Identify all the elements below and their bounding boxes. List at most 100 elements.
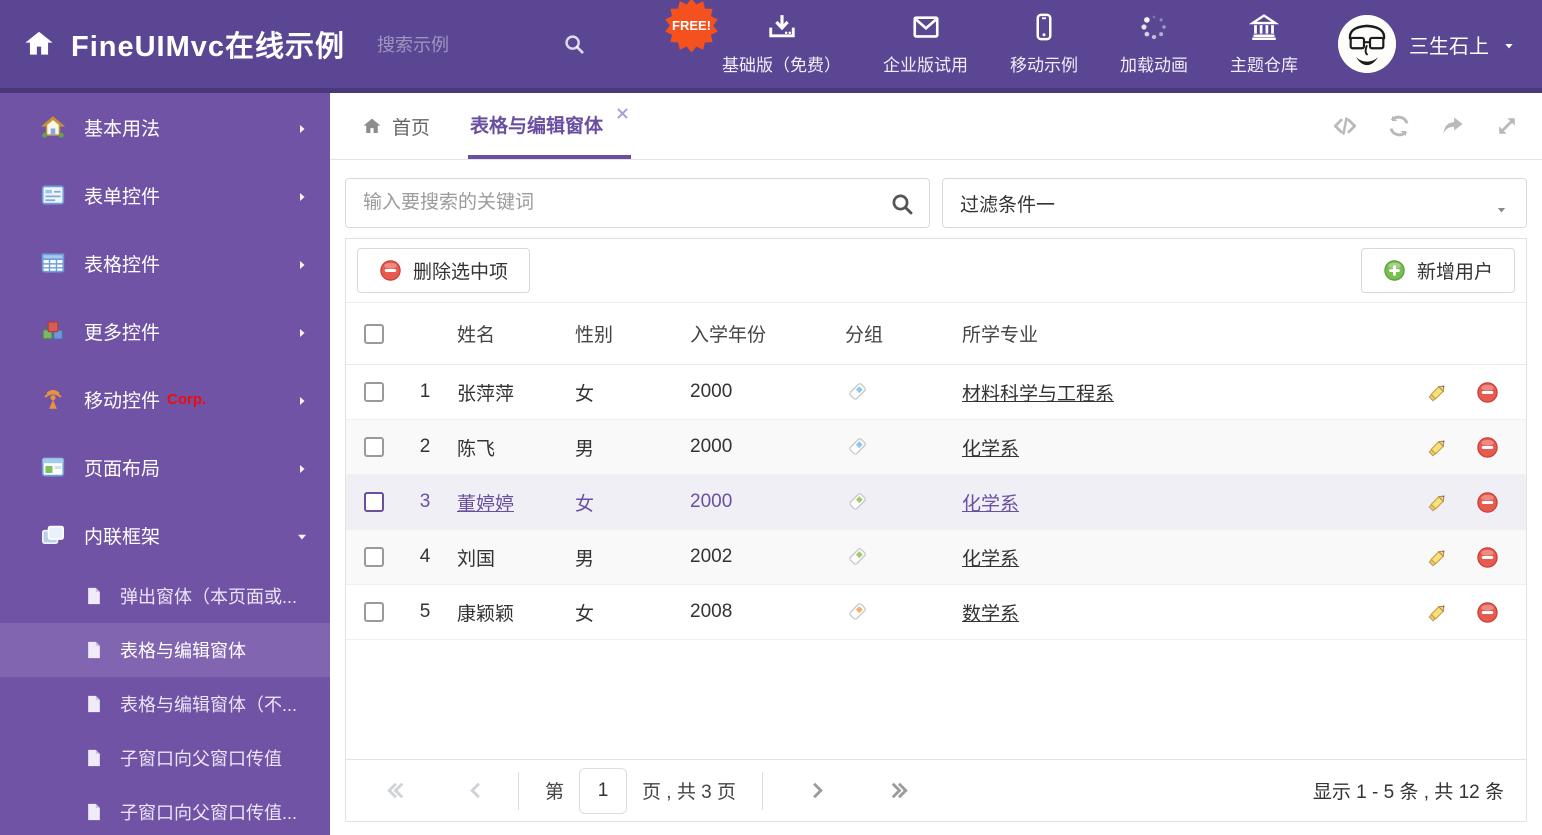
header-nav-item[interactable]: FREE! 基础版（免费）	[665, 0, 841, 76]
delete-icon[interactable]	[1476, 491, 1499, 514]
col-major: 所学专业	[962, 325, 1039, 346]
sidebar-subitem[interactable]: 子窗口向父窗口传值...	[0, 785, 330, 835]
free-badge-label: FREE!	[672, 18, 711, 33]
home-icon[interactable]	[22, 28, 56, 60]
cubes-icon	[40, 318, 66, 344]
header-nav-item[interactable]: 加载动画	[1120, 12, 1188, 76]
refresh-icon[interactable]	[1386, 113, 1412, 139]
sidebar-item[interactable]: 表单控件	[0, 161, 330, 229]
header-nav-item[interactable]: 企业版试用	[883, 12, 968, 76]
free-badge-icon: FREE!	[664, 0, 719, 53]
header-nav-label: 加载动画	[1120, 56, 1188, 75]
search-icon[interactable]	[563, 33, 585, 55]
user-menu[interactable]: 三生石上	[1338, 15, 1516, 73]
prev-page-button[interactable]	[465, 779, 488, 802]
search-icon[interactable]	[890, 192, 914, 216]
student-name: 董婷婷	[457, 493, 515, 515]
delete-icon[interactable]	[1476, 601, 1499, 624]
select-all-checkbox[interactable]	[363, 323, 384, 344]
row-index: 4	[419, 546, 431, 567]
tab-bar: 首页 表格与编辑窗体	[330, 93, 1542, 160]
header-nav-item[interactable]: 主题仓库	[1230, 12, 1298, 76]
sidebar-subitem[interactable]: 弹出窗体（本页面或...	[0, 569, 330, 623]
table-row: 4 刘国 男 2002 化学系	[346, 530, 1526, 585]
filter-dropdown-value: 过滤条件一	[960, 194, 1056, 216]
page-label-suffix: 页 , 共 3 页	[642, 782, 736, 803]
tab-home[interactable]: 首页	[361, 93, 430, 159]
col-name: 姓名	[457, 325, 496, 346]
cell-year: 2000	[690, 381, 733, 402]
header-search-input[interactable]: 搜索示例	[377, 31, 585, 57]
expand-icon[interactable]	[1494, 113, 1520, 139]
main-content: 首页 表格与编辑窗体 过滤条件一 删除选中项 新增用户	[330, 93, 1542, 835]
sidebar-subitem[interactable]: 表格与编辑窗体（不...	[0, 677, 330, 731]
filter-dropdown[interactable]: 过滤条件一	[942, 178, 1527, 228]
edit-icon[interactable]	[1426, 546, 1449, 569]
last-page-button[interactable]	[888, 779, 911, 802]
mobile-icon	[1029, 12, 1059, 42]
edit-icon[interactable]	[1426, 381, 1449, 404]
col-group: 分组	[845, 325, 884, 346]
keyword-input[interactable]	[363, 192, 877, 214]
cell-year: 2002	[690, 546, 733, 567]
sidebar-item-label: 表单控件	[84, 186, 161, 208]
avatar[interactable]	[1338, 15, 1396, 73]
file-icon	[84, 585, 104, 607]
sidebar-item[interactable]: 更多控件	[0, 297, 330, 365]
edit-icon[interactable]	[1426, 601, 1449, 624]
share-icon[interactable]	[1440, 113, 1466, 139]
sidebar-item[interactable]: 表格控件	[0, 229, 330, 297]
edit-icon[interactable]	[1426, 491, 1449, 514]
chevron-right-icon	[296, 460, 308, 474]
close-icon[interactable]	[616, 104, 629, 119]
delete-selected-button[interactable]: 删除选中项	[357, 248, 531, 293]
major-link[interactable]: 化学系	[962, 439, 1019, 460]
page-label-prefix: 第	[545, 782, 565, 803]
corp-badge: Corp.	[167, 390, 207, 408]
next-page-button[interactable]	[805, 779, 828, 802]
delete-icon[interactable]	[1476, 381, 1499, 404]
code-icon[interactable]	[1332, 113, 1358, 139]
delete-icon[interactable]	[1476, 546, 1499, 569]
spinner-icon	[1139, 12, 1169, 42]
delete-icon[interactable]	[1476, 436, 1499, 459]
sidebar-subitem-label: 表格与编辑窗体（不...	[120, 695, 298, 715]
row-checkbox[interactable]	[363, 547, 384, 567]
tag-icon	[845, 381, 868, 404]
edit-icon[interactable]	[1426, 436, 1449, 459]
sidebar-item[interactable]: 移动控件 Corp.	[0, 365, 330, 433]
row-checkbox[interactable]	[363, 492, 384, 512]
header-nav-item[interactable]: 移动示例	[1010, 12, 1078, 76]
header-nav-label: 企业版试用	[883, 56, 968, 75]
col-gender: 性别	[575, 325, 614, 346]
signal-icon	[40, 386, 66, 412]
keyword-search-box[interactable]	[345, 178, 930, 228]
sidebar-item[interactable]: 基本用法	[0, 93, 330, 161]
page-number-input[interactable]	[579, 767, 628, 814]
sidebar-subitem[interactable]: 子窗口向父窗口传值	[0, 731, 330, 785]
sidebar-item[interactable]: 内联框架	[0, 501, 330, 569]
tab-actions	[1332, 93, 1520, 159]
first-page-button[interactable]	[384, 779, 407, 802]
cell-gender: 男	[575, 548, 595, 570]
divider	[518, 771, 519, 810]
tab-grid-edit-window[interactable]: 表格与编辑窗体	[468, 93, 632, 159]
table-header: 姓名 性别 入学年份 分组 所学专业	[346, 303, 1526, 365]
row-checkbox[interactable]	[363, 437, 384, 457]
table-row: 3 董婷婷 女 2000 化学系	[346, 475, 1526, 530]
app-header: FineUIMvc在线示例 搜索示例 FREE! 基础版（免费） 企业版试用 移动示例…	[0, 0, 1542, 93]
major-link[interactable]: 化学系	[962, 549, 1019, 570]
sidebar-subitem[interactable]: 表格与编辑窗体	[0, 623, 330, 677]
chevron-right-icon	[296, 256, 308, 270]
major-link[interactable]: 数学系	[962, 604, 1019, 625]
tag-icon	[845, 601, 868, 624]
sidebar-item[interactable]: 页面布局	[0, 433, 330, 501]
table-row: 5 康颖颖 女 2008 数学系	[346, 585, 1526, 640]
add-user-button[interactable]: 新增用户	[1360, 248, 1515, 293]
row-checkbox[interactable]	[363, 382, 384, 402]
major-link[interactable]: 化学系	[962, 494, 1019, 515]
major-link[interactable]: 材料科学与工程系	[962, 384, 1114, 405]
cell-gender: 女	[575, 493, 595, 515]
tab-active-label: 表格与编辑窗体	[470, 115, 604, 137]
row-checkbox[interactable]	[363, 602, 384, 622]
